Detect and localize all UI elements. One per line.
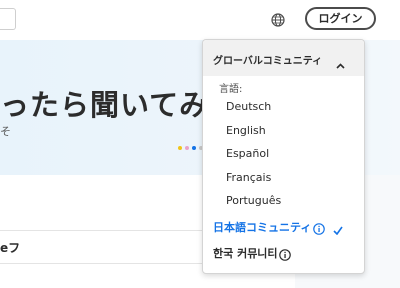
info-icon[interactable] — [279, 246, 291, 265]
languages-section-label: 言語: — [219, 84, 243, 95]
info-icon[interactable] — [313, 220, 325, 239]
top-header: ログイン — [0, 0, 400, 40]
page: ログイン ったら聞いてみ そ eフ グローバルコミュニティ 言語: Deutsc… — [0, 0, 400, 288]
carousel-dot[interactable] — [178, 146, 182, 150]
language-option-deutsch[interactable]: Deutsch — [203, 96, 364, 118]
carousel-dot[interactable] — [185, 146, 189, 150]
globe-icon[interactable] — [270, 12, 286, 28]
language-option-espanol[interactable]: Español — [203, 143, 364, 165]
language-label: Español — [226, 147, 270, 160]
global-community-toggle[interactable]: グローバルコミュニティ — [203, 40, 364, 76]
language-label: Português — [226, 194, 282, 207]
search-input[interactable] — [0, 8, 16, 30]
japanese-community-label: 日本語コミュニティ — [213, 221, 312, 234]
checkmark-icon — [333, 220, 343, 239]
hero-title: ったら聞いてみ — [0, 88, 210, 122]
global-community-label: グローバルコミュニティ — [213, 56, 323, 67]
carousel-dots — [178, 146, 203, 150]
carousel-dot-active[interactable] — [192, 146, 196, 150]
language-menu: グローバルコミュニティ 言語: Deutsch English Español … — [202, 39, 365, 274]
korean-community-label: 한국 커뮤니티 — [213, 247, 278, 260]
language-label: Français — [226, 171, 272, 184]
language-option-portugues[interactable]: Português — [203, 190, 364, 212]
chevron-up-icon — [336, 54, 345, 73]
language-option-francais[interactable]: Français — [203, 167, 364, 189]
post-title-fragment[interactable]: eフ — [0, 239, 20, 256]
japanese-community-option[interactable]: 日本語コミュニティ — [203, 215, 364, 237]
language-label: English — [226, 124, 266, 137]
hero-subtitle: そ — [0, 125, 11, 138]
language-option-english[interactable]: English — [203, 120, 364, 142]
language-label: Deutsch — [226, 100, 272, 113]
korean-community-option[interactable]: 한국 커뮤니티 — [203, 241, 364, 263]
login-button[interactable]: ログイン — [305, 7, 376, 30]
